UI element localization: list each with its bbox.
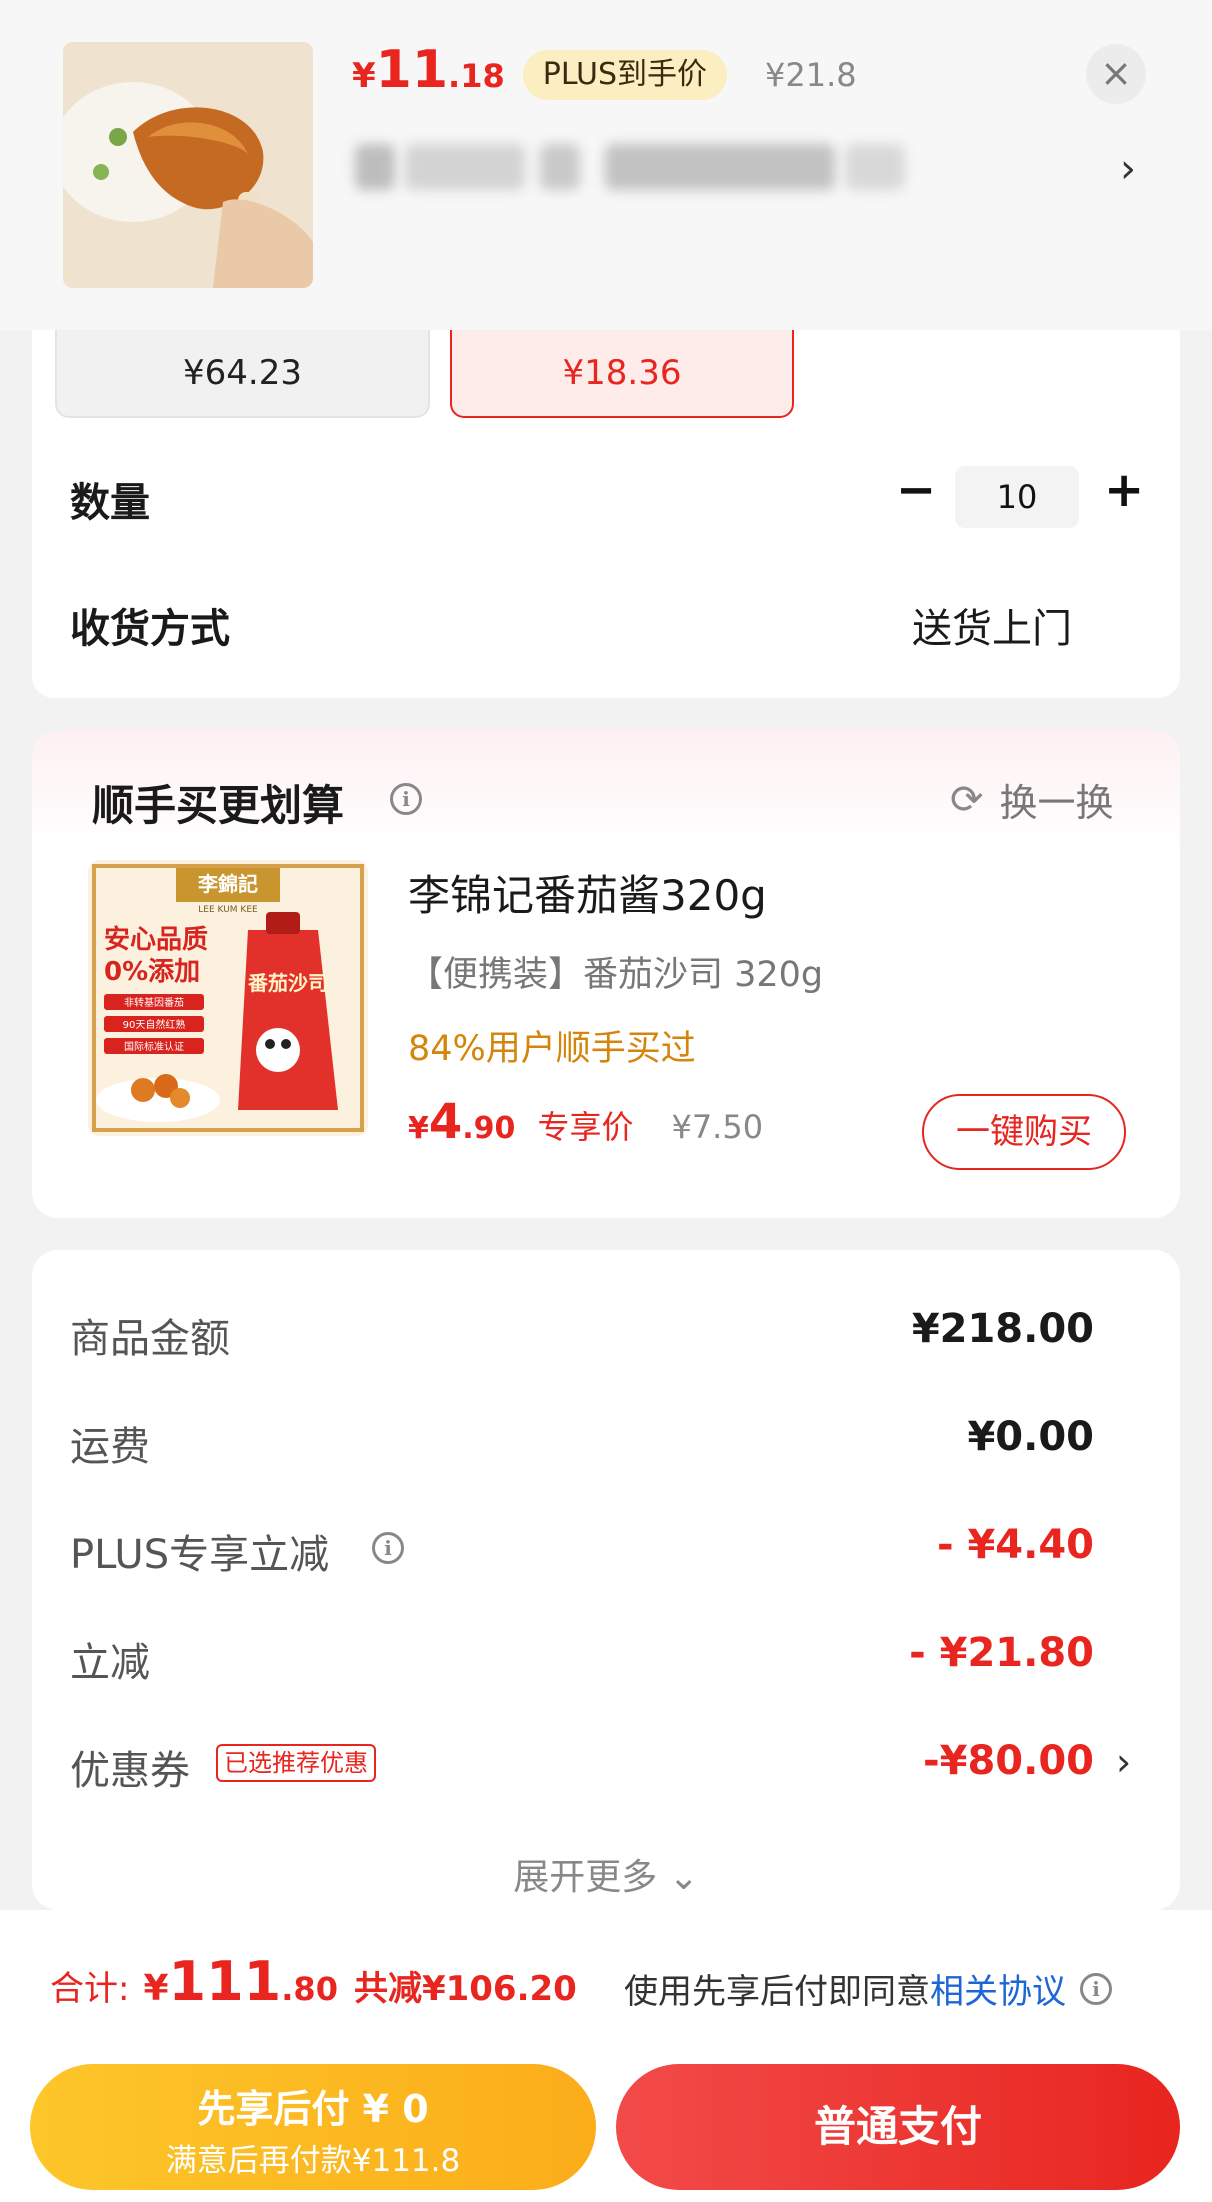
current-price: ¥11.18 xyxy=(352,40,505,100)
summary-plus-discount-label: PLUS专享立减 xyxy=(70,1532,330,1578)
pay-later-button[interactable]: 先享后付 ¥ 0 满意后再付款¥111.8 xyxy=(30,2064,596,2190)
total-decimal: .80 xyxy=(281,1970,338,2008)
plus-price-badge: PLUS到手价 xyxy=(522,50,728,100)
one-click-buy-button[interactable]: 一键购买 xyxy=(922,1094,1126,1170)
summary-shipping-value: ¥0.00 xyxy=(967,1414,1094,1460)
brand-logo-en: LEE KUM KEE xyxy=(198,905,258,915)
pay-later-subtitle: 满意后再付款¥111.8 xyxy=(165,2143,461,2179)
summary-instant-discount-value: - ¥21.80 xyxy=(909,1630,1094,1676)
upsell-product-name[interactable]: 李锦记番茄酱320g xyxy=(408,862,767,923)
image-line1: 安心品质 xyxy=(104,925,208,955)
info-icon[interactable]: i xyxy=(1080,1972,1112,2005)
total-label: 合计: xyxy=(50,1969,130,2009)
upsell-social-proof: 84%用户顺手买过 xyxy=(408,1029,696,1069)
normal-pay-button[interactable]: 普通支付 xyxy=(616,2064,1180,2190)
header-price-row: ¥11.18 PLUS到手价 ¥21.8 xyxy=(352,40,857,110)
product-header: ¥11.18 PLUS到手价 ¥21.8 × › xyxy=(0,0,1212,330)
blurred-product-title[interactable] xyxy=(345,130,905,204)
summary-goods-value: ¥218.00 xyxy=(911,1306,1094,1352)
image-badge2: 90天自然红熟 xyxy=(123,1018,186,1031)
chevron-right-icon[interactable]: › xyxy=(1116,1740,1131,1784)
upsell-original-price: ¥7.50 xyxy=(671,1108,764,1146)
original-price: ¥21.8 xyxy=(765,56,857,94)
image-badge3: 国际标准认证 xyxy=(124,1040,184,1053)
spec-option-b-price: ¥18.36 xyxy=(562,353,682,393)
price-symbol: ¥ xyxy=(352,56,376,96)
spec-option-a-price: ¥64.23 xyxy=(183,353,302,393)
upsell-title: 顺手买更划算 xyxy=(92,781,345,830)
summary-coupon-value[interactable]: -¥80.00 xyxy=(923,1738,1094,1784)
chevron-right-icon[interactable]: › xyxy=(1120,146,1136,192)
total-symbol: ¥ xyxy=(143,1968,169,2009)
price-decimal: .18 xyxy=(448,57,505,95)
summary-instant-discount-label: 立减 xyxy=(70,1640,150,1686)
delivery-method[interactable]: 送货上门 xyxy=(912,596,1072,654)
quantity-minus-button[interactable]: − xyxy=(896,462,936,518)
upsell-price-integer: 4 xyxy=(428,1094,463,1150)
price-integer: 11 xyxy=(375,40,449,100)
delivery-label: 收货方式 xyxy=(70,606,230,652)
image-badge1: 非转基因番茄 xyxy=(124,996,184,1009)
info-icon[interactable]: i xyxy=(372,1532,404,1564)
quantity-input[interactable]: 10 xyxy=(955,466,1079,528)
exclusive-price-tag: 专享价 xyxy=(537,1108,634,1146)
summary-coupon-label: 优惠券 xyxy=(70,1748,190,1794)
brand-logo-text: 李錦記 xyxy=(197,872,258,896)
total-savings: 共减¥106.20 xyxy=(353,1969,577,2009)
refresh-icon: ⟳ xyxy=(950,776,984,823)
close-icon[interactable]: × xyxy=(1086,44,1146,104)
expand-more-button[interactable]: 展开更多 ⌄ xyxy=(0,1848,1212,1900)
upsell-product-desc: 【便携装】番茄沙司 320g xyxy=(408,955,824,995)
agreement-prefix: 使用先享后付即同意 xyxy=(624,1972,930,2012)
refresh-button[interactable]: ⟳ 换一换 xyxy=(950,772,1114,827)
refresh-label: 换一换 xyxy=(999,781,1114,825)
quantity-label: 数量 xyxy=(70,480,150,526)
agreement-text: 使用先享后付即同意 相关协议 i xyxy=(624,1964,1112,2013)
summary-plus-discount-value: - ¥4.40 xyxy=(936,1522,1094,1568)
spec-option-b-selected[interactable]: ¥18.36 xyxy=(450,330,794,418)
total-row: 合计: ¥111.80 共减¥106.20 xyxy=(50,1950,577,2013)
upsell-price-row: ¥4.90 专享价 ¥7.50 xyxy=(408,1094,763,1150)
total-integer: 111 xyxy=(168,1950,282,2013)
summary-shipping-label: 运费 xyxy=(70,1424,150,1470)
ketchup-product-image: 李錦記 LEE KUM KEE 安心品质 0%添加 非转基因番茄 90天自然红熟… xyxy=(88,860,368,1136)
upsell-product-image[interactable]: 李錦記 LEE KUM KEE 安心品质 0%添加 非转基因番茄 90天自然红熟… xyxy=(88,860,368,1136)
upsell-price-symbol: ¥ xyxy=(408,1111,429,1146)
image-line2: 0%添加 xyxy=(104,957,200,987)
spec-option-a[interactable]: ¥64.23 xyxy=(55,330,430,418)
pack-label: 番茄沙司 xyxy=(247,971,328,995)
upsell-price-decimal: .90 xyxy=(462,1111,516,1146)
pay-later-title: 先享后付 ¥ 0 xyxy=(197,2087,429,2131)
quantity-plus-button[interactable]: + xyxy=(1104,462,1144,518)
product-thumbnail[interactable] xyxy=(63,42,313,288)
coupon-recommended-tag: 已选推荐优惠 xyxy=(216,1744,376,1782)
chicken-leg-image xyxy=(63,42,313,288)
agreement-link[interactable]: 相关协议 xyxy=(930,1964,1066,2013)
info-icon[interactable]: i xyxy=(390,783,422,815)
summary-goods-label: 商品金额 xyxy=(70,1316,230,1362)
